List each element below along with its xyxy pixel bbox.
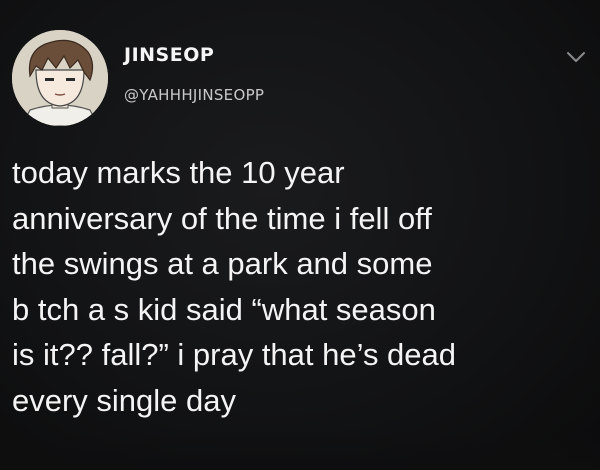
tweet-text-line: b tch a s kid said “what season: [12, 291, 436, 327]
anime-boy-avatar-icon: [12, 30, 108, 126]
author-handle[interactable]: @YAHHHJINSEOPP: [124, 86, 264, 104]
tweet-text-line: is it?? fall?” i pray that he’s dead: [12, 337, 457, 372]
tweet-text-line: anniversary of the time i fell off: [12, 200, 432, 236]
tweet-text-line: the swings at a park and some: [12, 246, 433, 281]
tweet-text: today marks the 10 year anniversary of t…: [12, 150, 588, 423]
avatar[interactable]: [12, 30, 108, 126]
chevron-down-icon[interactable]: [566, 50, 586, 64]
bottom-fade: [0, 428, 600, 470]
tweet-screenshot: JINSEOP @YAHHHJINSEOPP today marks the 1…: [0, 0, 600, 470]
tweet-text-line: every single day: [12, 382, 237, 418]
author-display-name[interactable]: JINSEOP: [124, 44, 214, 66]
tweet-text-line: today marks the 10 year: [12, 155, 345, 190]
